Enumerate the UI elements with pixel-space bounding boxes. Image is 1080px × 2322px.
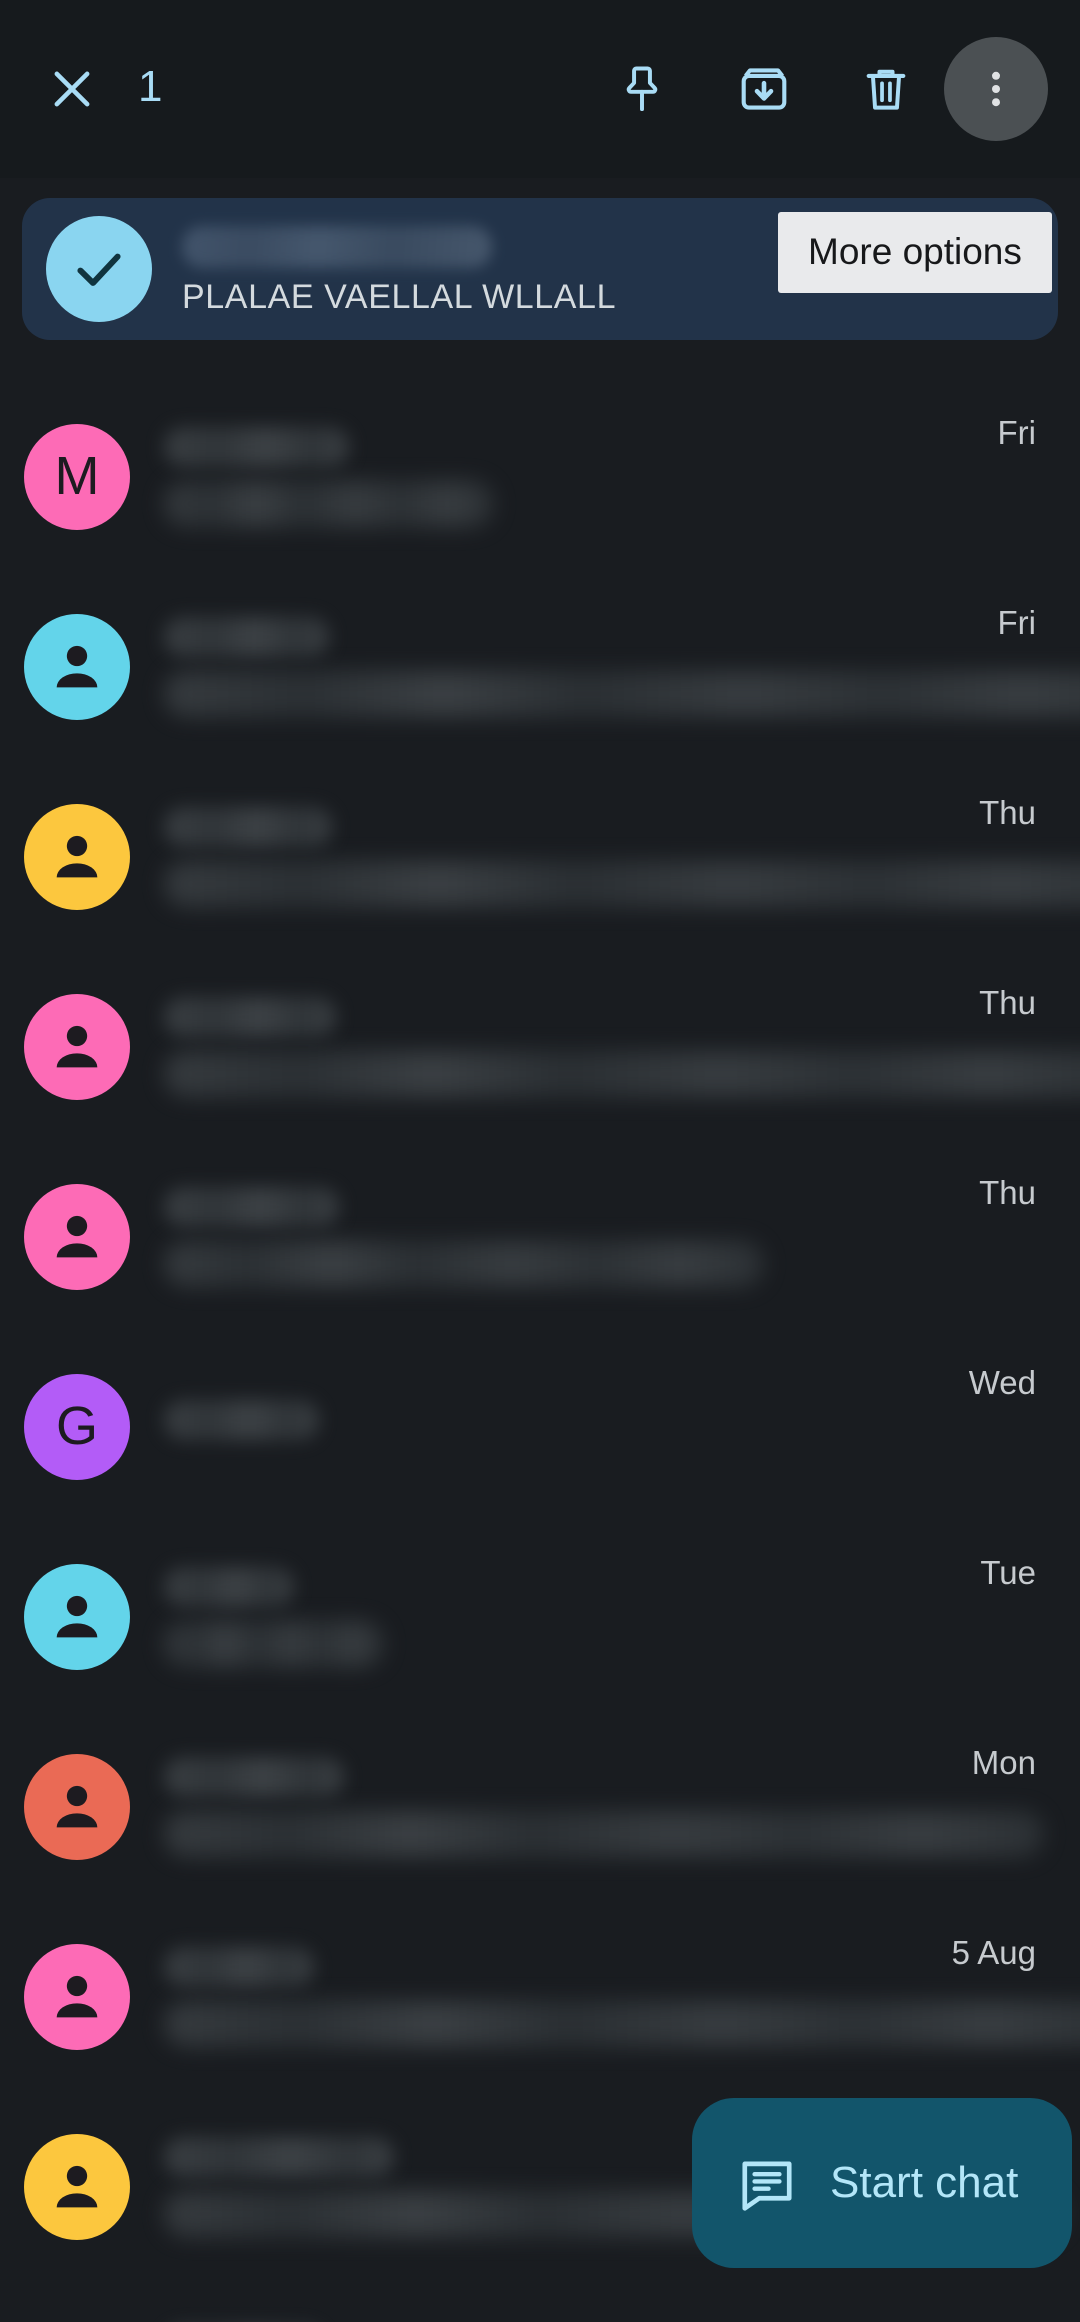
person-icon	[56, 1215, 98, 1258]
check-icon	[77, 253, 121, 286]
conversation-row[interactable]: Thu	[0, 952, 1080, 1142]
close-icon	[54, 71, 90, 107]
conversation-timestamp: 5 Aug	[951, 1934, 1036, 1971]
conversation-row[interactable]	[0, 2282, 1080, 2322]
selected-count: 1	[138, 62, 163, 111]
message-preview-redacted	[164, 861, 1080, 907]
contact-name-redacted	[164, 1947, 314, 1987]
conversation-timestamp: Fri	[997, 414, 1036, 451]
avatar[interactable]	[24, 994, 130, 1100]
avatar[interactable]	[24, 614, 130, 720]
contact-name-redacted	[164, 617, 329, 657]
avatar[interactable]: M	[24, 424, 130, 530]
person-icon	[56, 1595, 98, 1638]
conversation-text	[164, 592, 1080, 742]
message-preview-redacted	[164, 1241, 764, 1287]
conversation-text	[164, 782, 1080, 932]
contact-name-redacted	[164, 1757, 344, 1797]
message-preview-redacted	[164, 671, 1080, 717]
conversation-row[interactable]: Fri	[0, 572, 1080, 762]
conversation-text	[164, 402, 972, 552]
message-preview-redacted	[164, 481, 494, 527]
selection-toolbar: 1	[0, 0, 1080, 178]
contact-name-redacted	[164, 997, 336, 1037]
avatar[interactable]	[24, 1184, 130, 1290]
person-icon	[56, 835, 98, 878]
conversation-text	[164, 1542, 954, 1692]
pin-icon	[626, 66, 658, 112]
more-options-button[interactable]	[944, 37, 1048, 141]
contact-name-redacted	[164, 427, 349, 467]
more-options-tooltip: More options	[778, 212, 1052, 293]
avatar[interactable]	[24, 804, 130, 910]
conversation-timestamp: Mon	[971, 1744, 1036, 1781]
avatar[interactable]	[24, 1944, 130, 2050]
person-icon	[56, 2165, 98, 2208]
conversation-timestamp: Thu	[979, 984, 1036, 1021]
avatar[interactable]	[24, 2134, 130, 2240]
conversation-text	[164, 1922, 1080, 2072]
message-preview-redacted	[164, 2001, 1080, 2047]
conversation-text	[164, 1732, 1044, 1882]
archive-icon	[741, 68, 787, 110]
person-icon	[56, 1975, 98, 2018]
archive-button[interactable]	[712, 37, 816, 141]
start-chat-label: Start chat	[830, 2158, 1019, 2207]
conversation-timestamp: Wed	[968, 1364, 1036, 1401]
conversation-timestamp: Thu	[979, 1174, 1036, 1211]
contact-name-redacted	[164, 2137, 394, 2177]
close-selection-button[interactable]	[24, 41, 120, 137]
contact-name-redacted	[164, 1567, 294, 1607]
avatar-letter: G	[55, 1395, 98, 1456]
conversation-timestamp: Thu	[979, 794, 1036, 831]
contact-name-redacted	[164, 1187, 339, 1227]
message-preview-redacted	[164, 1811, 1044, 1857]
avatar[interactable]	[24, 1754, 130, 1860]
start-chat-fab[interactable]: Start chat	[692, 2098, 1073, 2268]
avatar[interactable]	[24, 1564, 130, 1670]
trash-icon	[866, 69, 906, 110]
message-preview-redacted	[164, 1621, 384, 1667]
person-icon	[56, 1785, 98, 1828]
conversation-text	[164, 2302, 1010, 2322]
conversation-row[interactable]: 5 Aug	[0, 1902, 1080, 2092]
avatar[interactable]: G	[24, 1374, 130, 1480]
conversation-row[interactable]: Mon	[0, 1712, 1080, 1902]
contact-name-redacted	[164, 807, 332, 847]
message-preview-redacted	[164, 1051, 1080, 1097]
person-icon	[56, 1025, 98, 1068]
selection-checkmark[interactable]	[46, 216, 152, 322]
conversation-row[interactable]: Tue	[0, 1522, 1080, 1712]
conversation-timestamp: Fri	[997, 604, 1036, 641]
person-icon	[56, 645, 98, 688]
delete-button[interactable]	[834, 37, 938, 141]
conversation-text	[164, 972, 1080, 1122]
avatar-letter: M	[54, 445, 100, 506]
conversation-row[interactable]: M Fri	[0, 382, 1080, 572]
conversation-text	[164, 1162, 953, 1312]
pin-button[interactable]	[590, 37, 694, 141]
conversation-row[interactable]: Thu	[0, 1142, 1080, 1332]
messages-selection-screen: 1 PLALAE VAELLAL WLLALL More options M F…	[0, 0, 1080, 2322]
selected-contact-name-redacted	[182, 225, 492, 268]
more-vert-icon	[992, 71, 1000, 107]
conversation-row[interactable]: Thu	[0, 762, 1080, 952]
conversation-row[interactable]: G Wed	[0, 1332, 1080, 1522]
conversation-text	[164, 1352, 943, 1502]
contact-name-redacted	[164, 1400, 319, 1440]
conversation-list[interactable]: M Fri Fri Thu Thu Thu G Wed Tue Mon 5 Aug	[0, 382, 1080, 2322]
conversation-timestamp: Tue	[980, 1554, 1036, 1591]
message-icon	[742, 2161, 792, 2211]
